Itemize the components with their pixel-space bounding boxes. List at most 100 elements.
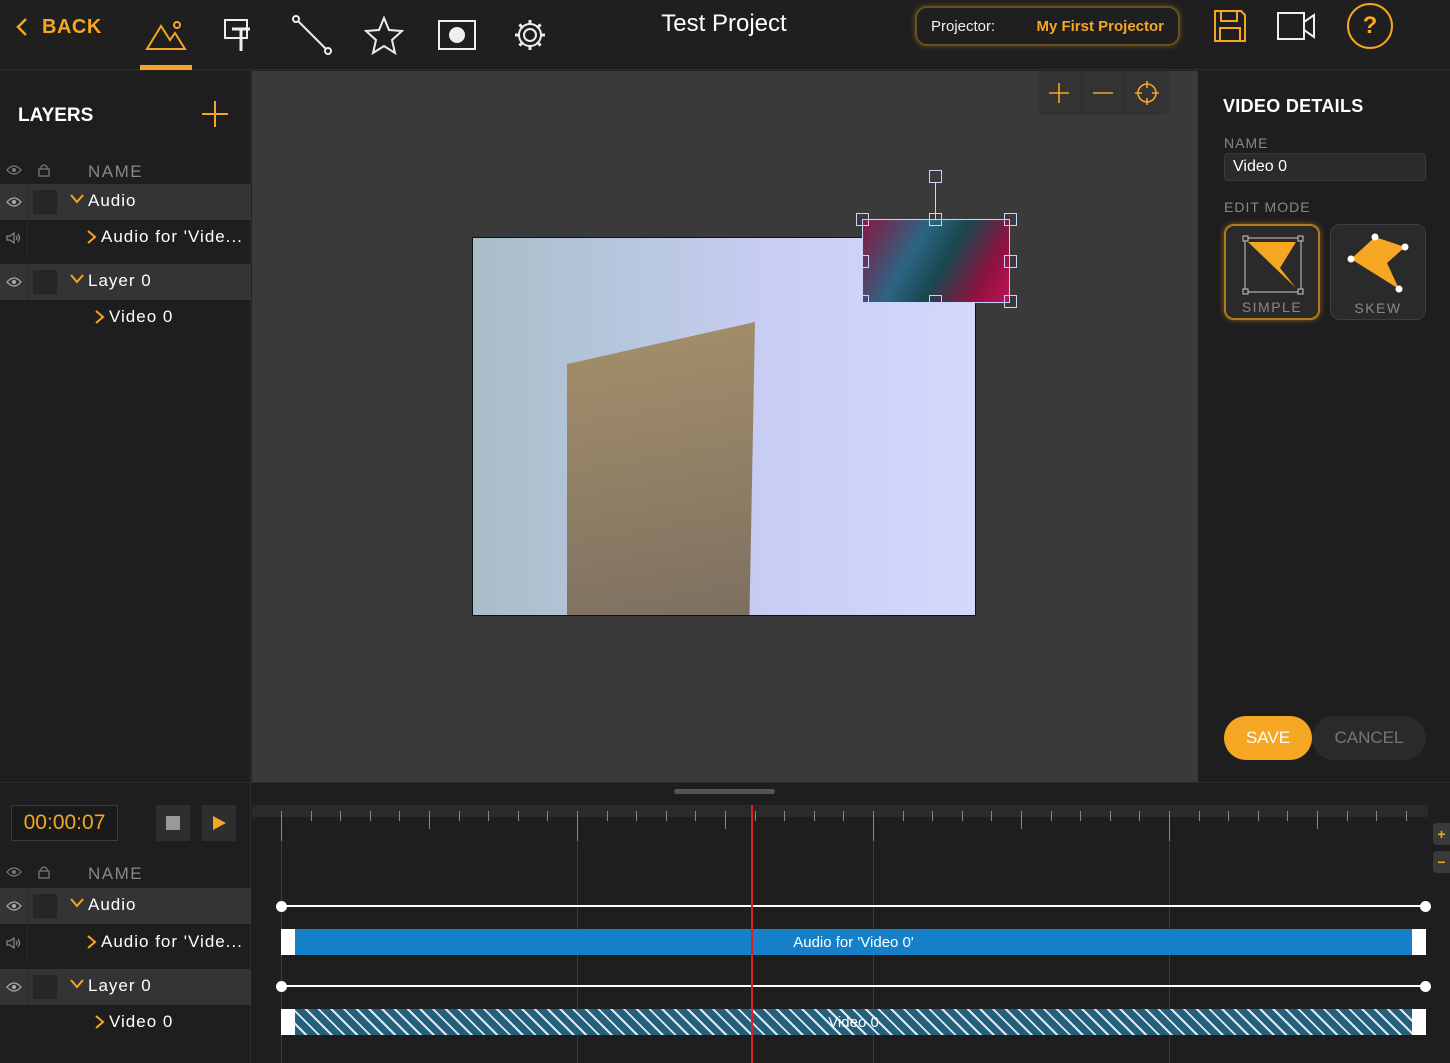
playhead[interactable] bbox=[751, 805, 753, 1063]
chevron-right-icon[interactable] bbox=[95, 1015, 105, 1029]
resize-handle-top[interactable] bbox=[929, 213, 942, 226]
resize-handle-bottom[interactable] bbox=[929, 295, 942, 308]
play-button[interactable] bbox=[202, 805, 236, 841]
ruler-tick bbox=[903, 811, 904, 821]
ruler-tick bbox=[1051, 811, 1052, 821]
add-layer-icon[interactable] bbox=[200, 99, 230, 129]
track-end-dot[interactable] bbox=[1420, 901, 1431, 912]
edit-mode-simple-button[interactable]: SIMPLE bbox=[1224, 224, 1320, 320]
help-icon: ? bbox=[1362, 12, 1378, 39]
resize-handle-left[interactable] bbox=[856, 255, 869, 268]
save-project-button[interactable] bbox=[1207, 5, 1253, 47]
crosshair-icon bbox=[1135, 81, 1160, 105]
lock-toggle[interactable] bbox=[32, 974, 58, 1000]
track-end-dot[interactable] bbox=[1420, 981, 1431, 992]
ruler-tick bbox=[370, 811, 371, 821]
panel-resize-handle[interactable] bbox=[674, 789, 775, 794]
timeline-group-layer-0[interactable]: Layer 0 bbox=[0, 969, 251, 1005]
track-start-dot[interactable] bbox=[276, 981, 287, 992]
gear-icon bbox=[515, 20, 545, 50]
minus-icon bbox=[1093, 92, 1113, 94]
rotate-handle[interactable] bbox=[929, 170, 942, 183]
floppy-disk-icon bbox=[1214, 10, 1246, 42]
lock-toggle[interactable] bbox=[32, 189, 58, 215]
name-field[interactable] bbox=[1224, 153, 1426, 181]
mode-label: SKEW bbox=[1354, 300, 1402, 316]
mask-icon bbox=[438, 20, 476, 50]
tool-line-button[interactable] bbox=[286, 0, 338, 70]
chevron-down-icon[interactable] bbox=[70, 979, 84, 989]
visibility-toggle[interactable] bbox=[0, 264, 28, 300]
ruler-tick bbox=[1258, 811, 1259, 821]
mute-toggle[interactable] bbox=[0, 220, 28, 256]
lock-toggle[interactable] bbox=[32, 269, 58, 295]
eye-icon bbox=[5, 197, 22, 207]
speaker-icon bbox=[5, 937, 20, 949]
timeline-zoom-out-button[interactable]: − bbox=[1433, 851, 1450, 873]
mode-label: SIMPLE bbox=[1241, 299, 1303, 315]
resize-handle-right[interactable] bbox=[1004, 255, 1017, 268]
video-clip-label: Video 0 bbox=[828, 1013, 879, 1031]
lock-toggle[interactable] bbox=[32, 893, 58, 919]
timeline-zoom-in-button[interactable]: + bbox=[1433, 823, 1450, 845]
help-button[interactable]: ? bbox=[1347, 3, 1393, 49]
ruler-tick bbox=[1228, 811, 1229, 821]
ruler-tick bbox=[607, 811, 608, 821]
track-start-dot[interactable] bbox=[276, 901, 287, 912]
tool-mask-button[interactable] bbox=[431, 0, 483, 70]
timeline-layers: 00:00:07 NAME Audio Audio for 'Vide... L… bbox=[0, 783, 251, 1063]
ruler-tick bbox=[1287, 811, 1288, 821]
chevron-left-icon bbox=[16, 18, 27, 36]
chevron-right-icon[interactable] bbox=[95, 310, 105, 324]
layer-item-video-0[interactable]: Video 0 bbox=[0, 300, 251, 336]
zoom-out-button[interactable] bbox=[1082, 71, 1126, 115]
chevron-down-icon[interactable] bbox=[70, 898, 84, 908]
zoom-in-button[interactable] bbox=[1038, 71, 1082, 115]
ruler-tick bbox=[488, 811, 489, 821]
resize-handle-bottom-right[interactable] bbox=[1004, 295, 1017, 308]
speaker-icon bbox=[5, 232, 20, 244]
visibility-toggle[interactable] bbox=[0, 184, 28, 220]
layer-label: Audio for 'Vide... bbox=[101, 227, 243, 246]
visibility-toggle[interactable] bbox=[0, 969, 28, 1005]
ruler-tick bbox=[340, 811, 341, 821]
projector-selector[interactable]: Projector: My First Projector bbox=[915, 6, 1180, 46]
resize-handle-top-right[interactable] bbox=[1004, 213, 1017, 226]
record-button[interactable] bbox=[1273, 5, 1319, 47]
edit-mode-label: EDIT MODE bbox=[1224, 199, 1311, 215]
tool-image-button[interactable] bbox=[140, 0, 192, 70]
layer-label: Audio bbox=[88, 895, 137, 914]
tool-text-button[interactable] bbox=[213, 0, 265, 70]
audio-clip[interactable]: Audio for 'Video 0' bbox=[281, 929, 1426, 955]
timeline-item-video-0[interactable]: Video 0 bbox=[0, 1005, 251, 1041]
tool-shape-button[interactable] bbox=[358, 0, 410, 70]
chevron-right-icon[interactable] bbox=[87, 935, 97, 949]
cancel-button[interactable]: CANCEL bbox=[1312, 716, 1426, 760]
video-camera-icon bbox=[1277, 12, 1315, 40]
resize-handle-top-left[interactable] bbox=[856, 213, 869, 226]
resize-handle-bottom-left[interactable] bbox=[856, 295, 869, 308]
ruler-tick bbox=[429, 811, 430, 829]
video-clip[interactable]: Video 0 bbox=[281, 1009, 1426, 1035]
stop-button[interactable] bbox=[156, 805, 190, 841]
tool-settings-button[interactable] bbox=[504, 0, 556, 70]
layer-item-audio-clip[interactable]: Audio for 'Vide... bbox=[0, 220, 251, 256]
chevron-right-icon[interactable] bbox=[87, 230, 97, 244]
save-button[interactable]: SAVE bbox=[1224, 716, 1312, 760]
layers-title: LAYERS bbox=[18, 105, 94, 126]
lock-icon bbox=[38, 164, 50, 177]
timeline-item-audio-clip[interactable]: Audio for 'Vide... bbox=[0, 925, 251, 961]
chevron-down-icon[interactable] bbox=[70, 194, 84, 204]
mute-toggle[interactable] bbox=[0, 925, 28, 961]
chevron-down-icon[interactable] bbox=[70, 274, 84, 284]
edit-mode-skew-button[interactable]: SKEW bbox=[1330, 224, 1426, 320]
timeline-group-audio[interactable]: Audio bbox=[0, 888, 251, 924]
layers-panel: LAYERS NAME Audio Audio for 'Vide... Lay… bbox=[0, 71, 251, 782]
layer-group-layer-0[interactable]: Layer 0 bbox=[0, 264, 251, 300]
layer-group-audio[interactable]: Audio bbox=[0, 184, 251, 220]
visibility-toggle[interactable] bbox=[0, 888, 28, 924]
recenter-button[interactable] bbox=[1125, 71, 1169, 115]
back-button[interactable]: BACK bbox=[16, 12, 102, 42]
eye-icon bbox=[5, 901, 22, 911]
stage-canvas[interactable] bbox=[252, 71, 1198, 782]
